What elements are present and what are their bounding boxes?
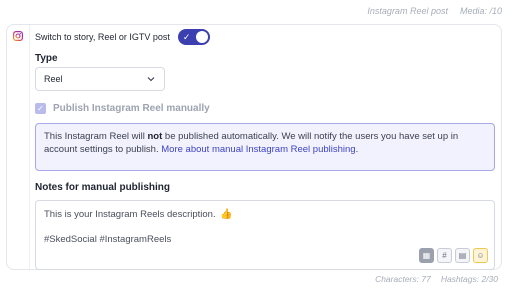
saved-caption-icon[interactable]: ▤ — [455, 248, 470, 263]
instagram-icon — [13, 31, 23, 41]
post-type-toggle[interactable]: ✓ — [177, 29, 210, 45]
notes-description: This is your Instagram Reels description… — [44, 209, 216, 220]
type-select[interactable]: Reel — [35, 67, 165, 91]
media-count: Media: /10 — [459, 6, 502, 16]
type-select-value: Reel — [44, 74, 63, 84]
notes-label: Notes for manual publishing — [35, 182, 171, 193]
post-type-switch-row: Switch to story, Reel or IGTV post ✓ — [35, 29, 210, 45]
notes-line-1: This is your Instagram Reels description… — [44, 209, 486, 220]
manual-publish-row: ✓ Publish Instagram Reel manually — [35, 103, 210, 114]
post-type-label: Instagram Reel post — [367, 6, 448, 16]
post-settings-card: Switch to story, Reel or IGTV post ✓ Typ… — [6, 24, 502, 270]
thumbs-up-emoji: 👍 — [220, 209, 233, 220]
character-count: Characters: 77 — [375, 274, 431, 284]
check-icon: ✓ — [182, 32, 191, 42]
manual-publish-checkbox[interactable]: ✓ — [35, 103, 46, 114]
toggle-knob — [195, 31, 208, 43]
notes-textarea[interactable]: This is your Instagram Reels description… — [35, 200, 495, 270]
notes-hashtags: #SkedSocial #InstagramReels — [44, 234, 172, 245]
hashtag-count: Hashtags: 2/30 — [440, 274, 498, 284]
hashtag-icon[interactable]: # — [437, 248, 452, 263]
manual-publish-notice: This Instagram Reel will not be publishe… — [35, 123, 495, 171]
notice-text-start: This Instagram Reel will — [44, 131, 148, 142]
network-rail — [7, 25, 30, 269]
notes-toolbar: ▦ # ▤ ☺ — [419, 248, 488, 263]
notes-counters: Characters: 77 Hashtags: 2/30 — [375, 274, 498, 284]
notice-bold: not — [147, 131, 163, 142]
emoji-icon[interactable]: ☺ — [473, 248, 488, 263]
settings-content: Switch to story, Reel or IGTV post ✓ Typ… — [35, 25, 495, 270]
manual-publish-label: Publish Instagram Reel manually — [53, 103, 210, 114]
switch-label: Switch to story, Reel or IGTV post — [35, 32, 170, 42]
image-library-icon[interactable]: ▦ — [419, 248, 434, 263]
manual-publishing-link[interactable]: More about manual Instagram Reel publish… — [161, 144, 355, 155]
post-meta: Instagram Reel post Media: /10 — [367, 6, 502, 16]
chevron-down-icon — [147, 77, 155, 82]
type-label: Type — [35, 53, 58, 64]
notice-text-end: . — [355, 144, 359, 155]
